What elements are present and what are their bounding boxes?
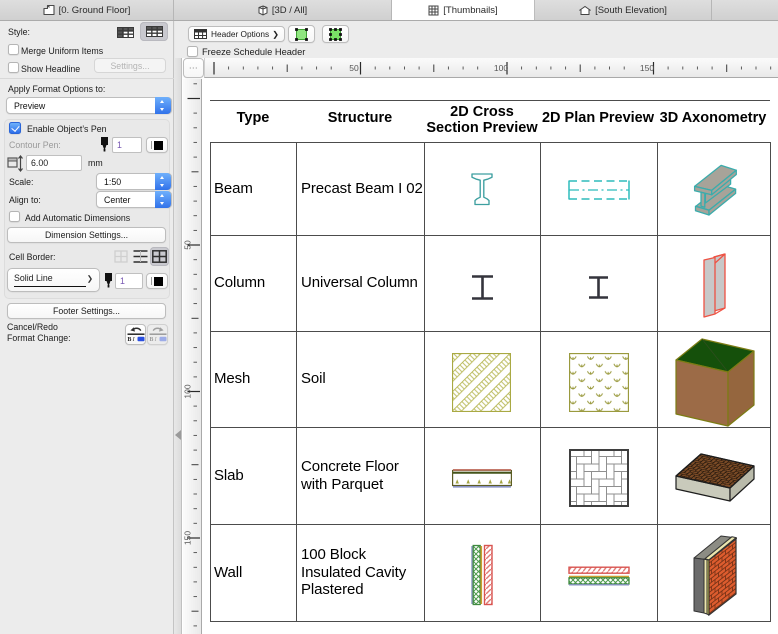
svg-text:50: 50 — [349, 63, 359, 73]
svg-text:I: I — [131, 337, 135, 343]
svg-text:150: 150 — [640, 63, 654, 73]
svg-text:100: 100 — [183, 384, 193, 398]
svg-text:B: B — [149, 337, 153, 343]
svg-text:100: 100 — [494, 63, 508, 73]
svg-text:I: I — [153, 337, 157, 343]
svg-text:B: B — [127, 337, 131, 343]
svg-text:50: 50 — [183, 240, 193, 250]
svg-text:150: 150 — [183, 531, 193, 545]
